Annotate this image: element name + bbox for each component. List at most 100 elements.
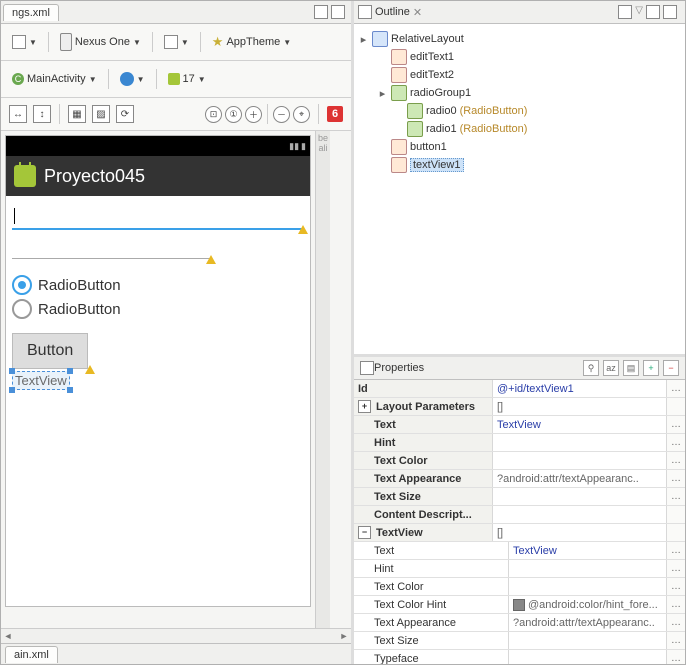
toggle-grid-icon[interactable]: ▦: [68, 105, 86, 123]
prop-value[interactable]: TextView: [493, 416, 666, 433]
palette-strip[interactable]: be ali: [315, 131, 330, 628]
properties-icon: [360, 361, 374, 375]
button1-preview[interactable]: Button: [12, 333, 88, 369]
tree-root[interactable]: ▸ RelativeLayout: [358, 30, 681, 48]
prop-value[interactable]: [509, 560, 666, 577]
prop-value[interactable]: TextView: [509, 542, 666, 559]
tree-button1[interactable]: · button1: [358, 138, 681, 156]
prop-value[interactable]: [493, 452, 666, 469]
add-icon[interactable]: +: [643, 360, 659, 376]
prop-more-button[interactable]: …: [666, 650, 685, 664]
collapse-icon[interactable]: ▸: [358, 34, 369, 45]
zoom-out-icon[interactable]: －: [273, 106, 290, 123]
prop-value[interactable]: [493, 506, 666, 523]
edittext1-preview[interactable]: [12, 206, 304, 230]
close-icon[interactable]: ✕: [413, 6, 422, 19]
node-label: button1: [410, 141, 447, 153]
zoom-100-icon[interactable]: ①: [225, 106, 242, 123]
node-label: RelativeLayout: [391, 33, 464, 45]
prop-value[interactable]: [509, 578, 666, 595]
view-menu-icon[interactable]: [618, 5, 632, 19]
prop-value[interactable]: ?android:attr/textAppearanc..: [509, 614, 666, 631]
sort-icon[interactable]: az: [603, 360, 619, 376]
tree-radio1[interactable]: · radio1 (RadioButton): [358, 120, 681, 138]
dropdown-icon[interactable]: ▽: [635, 5, 643, 19]
prop-value[interactable]: @+id/textView1: [493, 380, 666, 397]
edittext-icon: [391, 67, 407, 83]
prop-value[interactable]: []: [493, 524, 666, 541]
refresh-icon[interactable]: ⟳: [116, 105, 134, 123]
prop-name[interactable]: +Layout Parameters: [354, 398, 493, 415]
tree-edittext1[interactable]: · editText1: [358, 48, 681, 66]
horizontal-scrollbar[interactable]: ◄ ►: [1, 628, 351, 643]
zoom-fit-icon[interactable]: ⊡: [205, 106, 222, 123]
remove-icon[interactable]: −: [663, 360, 679, 376]
align-vert-icon[interactable]: ↕: [33, 105, 51, 123]
prop-value[interactable]: @android:color/hint_fore...: [509, 596, 666, 613]
tree-radio0[interactable]: · radio0 (RadioButton): [358, 102, 681, 120]
config-dropdown[interactable]: ▼: [7, 32, 42, 52]
prop-value[interactable]: [493, 488, 666, 505]
prop-more-button[interactable]: …: [666, 380, 685, 397]
prop-value[interactable]: []: [493, 398, 666, 415]
textview1-preview[interactable]: TextView: [12, 371, 70, 390]
prop-more-button[interactable]: …: [666, 596, 685, 613]
outline-tree[interactable]: ▸ RelativeLayout · editText1 · editText2…: [354, 24, 685, 354]
prop-name[interactable]: −TextView: [354, 524, 493, 541]
maximize-icon[interactable]: [331, 5, 345, 19]
prop-value[interactable]: ?android:attr/textAppearanc..: [493, 470, 666, 487]
prop-more-button[interactable]: …: [666, 488, 685, 505]
button1-label: Button: [27, 342, 73, 359]
prop-value[interactable]: [509, 632, 666, 649]
prop-more-button[interactable]: …: [666, 542, 685, 559]
properties-table[interactable]: Id@+id/textView1… +Layout Parameters[] T…: [354, 380, 685, 664]
prop-name: Content Descript...: [354, 506, 493, 523]
categories-icon[interactable]: ▤: [623, 360, 639, 376]
collapse-icon[interactable]: ▸: [377, 88, 388, 99]
device-selector[interactable]: Nexus One▼: [55, 30, 146, 54]
locale-selector[interactable]: ▼: [115, 69, 150, 89]
activity-selector[interactable]: CMainActivity▼: [7, 70, 102, 88]
zoom-in-icon[interactable]: ＋: [245, 106, 262, 123]
prop-more-button[interactable]: …: [666, 470, 685, 487]
align-horiz-icon[interactable]: ↔: [9, 105, 27, 123]
tree-edittext2[interactable]: · editText2: [358, 66, 681, 84]
orientation-toggle[interactable]: ▼: [159, 32, 194, 52]
minimize-icon[interactable]: [314, 5, 328, 19]
api-selector[interactable]: 17▼: [163, 70, 211, 88]
editor-tabs: ngs.xml: [1, 1, 351, 24]
prop-more-button[interactable]: …: [666, 434, 685, 451]
maximize-icon[interactable]: [663, 5, 677, 19]
toggle-structure-icon[interactable]: ▨: [92, 105, 110, 123]
radio1-preview[interactable]: RadioButton: [12, 299, 304, 319]
error-badge[interactable]: 6: [327, 106, 343, 122]
zoom-reset-icon[interactable]: ⌖: [293, 106, 310, 123]
phone-canvas[interactable]: ▮▮▮ Proyecto045 RadioButton RadioButton: [5, 135, 311, 607]
edittext2-preview[interactable]: [12, 240, 212, 259]
prop-more-button[interactable]: …: [666, 416, 685, 433]
theme-selector[interactable]: ★AppTheme▼: [207, 31, 296, 53]
status-bar: ▮▮▮: [6, 136, 310, 156]
app-bar: Proyecto045: [6, 156, 310, 196]
tree-textview1[interactable]: · textView1: [358, 156, 681, 174]
minimize-icon[interactable]: [646, 5, 660, 19]
prop-name: Typeface: [354, 650, 509, 664]
prop-more-button[interactable]: …: [666, 560, 685, 577]
tab-ain-xml[interactable]: ain.xml: [5, 646, 58, 663]
scroll-left-icon[interactable]: ◄: [1, 631, 15, 641]
prop-more-button[interactable]: …: [666, 452, 685, 469]
prop-value[interactable]: [509, 650, 666, 664]
prop-value[interactable]: [493, 434, 666, 451]
prop-more-button[interactable]: …: [666, 614, 685, 631]
tab-ngs-xml[interactable]: ngs.xml: [3, 4, 59, 21]
tree-radiogroup[interactable]: ▸ radioGroup1: [358, 84, 681, 102]
radio0-preview[interactable]: RadioButton: [12, 275, 304, 295]
expand-icon[interactable]: +: [358, 400, 371, 413]
prop-more-button[interactable]: …: [666, 578, 685, 595]
prop-name: Text Appearance: [354, 614, 509, 631]
filter-icon[interactable]: ⚲: [583, 360, 599, 376]
theme-label: AppTheme: [226, 36, 280, 48]
collapse-icon[interactable]: −: [358, 526, 371, 539]
prop-more-button[interactable]: …: [666, 632, 685, 649]
scroll-right-icon[interactable]: ►: [337, 631, 351, 641]
